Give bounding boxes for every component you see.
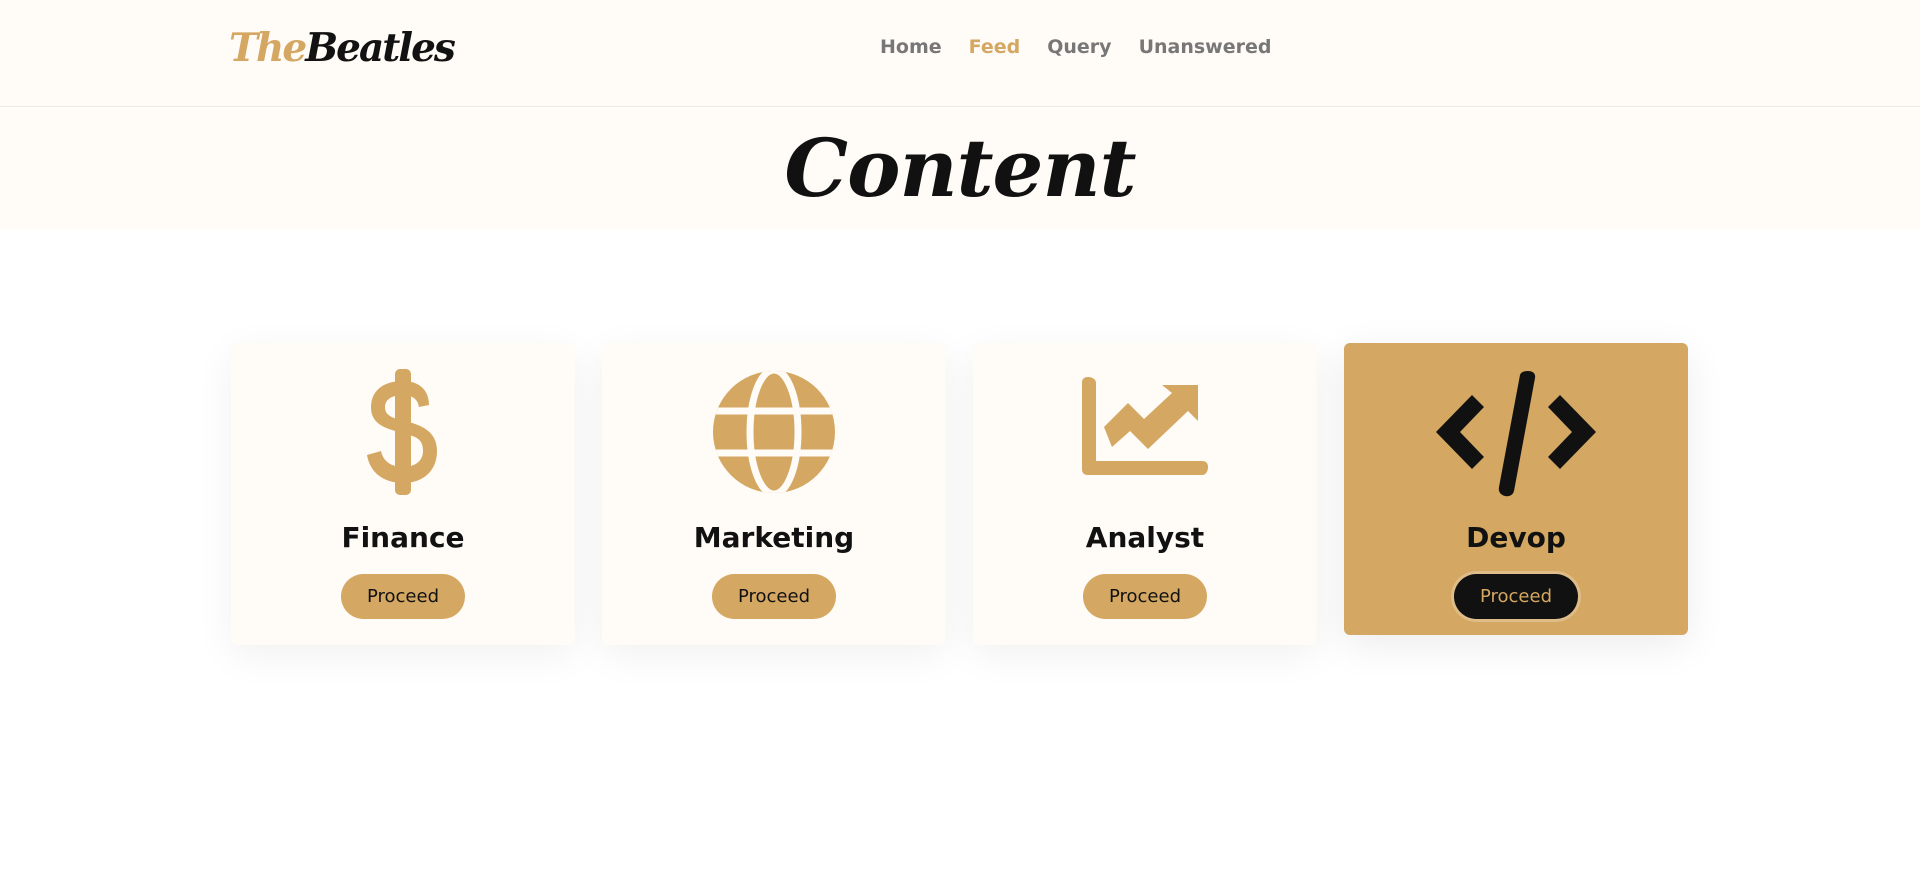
dollar-icon	[231, 367, 575, 497]
logo[interactable]: TheBeatles	[229, 20, 456, 76]
page-title: Content	[784, 121, 1136, 215]
banner: Content	[0, 108, 1920, 229]
proceed-button[interactable]: Proceed	[341, 574, 465, 619]
chart-trend-icon	[973, 367, 1317, 497]
nav-query[interactable]: Query	[1047, 32, 1111, 62]
card-marketing: Marketing Proceed	[602, 343, 946, 645]
nav-feed[interactable]: Feed	[969, 32, 1021, 62]
card-devop: Devop Proceed	[1344, 343, 1688, 635]
card-title: Analyst	[1085, 521, 1205, 554]
card-finance: Finance Proceed	[231, 343, 575, 645]
proceed-button[interactable]: Proceed	[1083, 574, 1207, 619]
code-icon	[1344, 367, 1688, 497]
nav-unanswered[interactable]: Unanswered	[1139, 32, 1272, 62]
proceed-button[interactable]: Proceed	[712, 574, 836, 619]
logo-beatles: Beatles	[305, 25, 456, 71]
navbar: TheBeatles Home Feed Query Unanswered	[0, 0, 1920, 107]
card-analyst: Analyst Proceed	[973, 343, 1317, 645]
main-nav: Home Feed Query Unanswered	[880, 32, 1298, 62]
nav-home[interactable]: Home	[880, 32, 942, 62]
globe-icon	[602, 367, 946, 497]
card-title: Finance	[341, 521, 465, 554]
proceed-button[interactable]: Proceed	[1454, 574, 1578, 619]
card-title: Devop	[1466, 521, 1566, 554]
category-cards: Finance Proceed Marketing Proceed Analys…	[231, 343, 1689, 645]
logo-the: The	[229, 25, 307, 71]
card-title: Marketing	[693, 521, 855, 554]
